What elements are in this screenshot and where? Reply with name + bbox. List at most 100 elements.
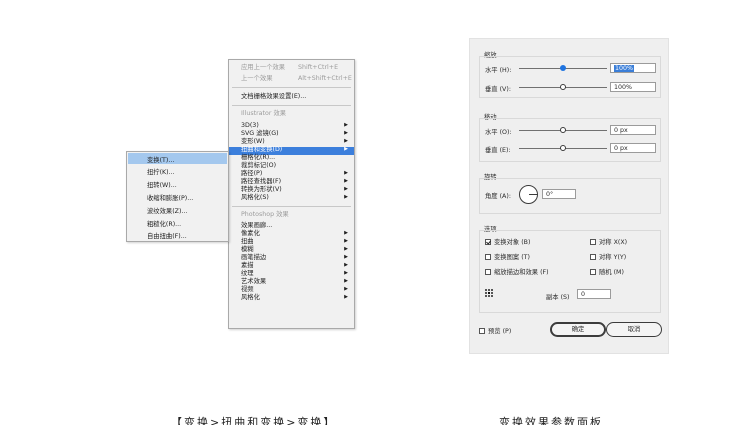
submenu-item-transform[interactable]: 变换(T)... [128,153,227,164]
submenu-arrow-icon: ▶ [344,178,348,184]
copies-label: 副本 (S) [546,294,570,301]
move-vertical-label: 垂直 (E): [485,147,511,154]
checkbox-icon [479,328,485,334]
submenu-arrow-icon: ▶ [344,122,348,128]
scale-vertical-label: 垂直 (V): [485,86,511,93]
menu-item-label: 视频 [241,286,254,293]
submenu-item-pucker-bloat[interactable]: 收缩和膨胀(P)... [128,191,227,202]
submenu-arrow-icon: ▶ [344,286,348,292]
submenu-item-zig-zag[interactable]: 波纹效果(Z)... [128,204,227,215]
move-horizontal-thumb[interactable] [560,127,566,133]
checkbox-label: 对称 X(X) [599,239,628,246]
checkbox-icon [485,269,491,275]
move-horizontal-label: 水平 (O): [485,129,512,136]
menu-item-shortcut: Shift+Ctrl+E [298,64,339,71]
menu-item-label: 上一个效果 [241,75,273,82]
checkbox-icon [590,254,596,260]
reflect-y-checkbox[interactable]: 对称 Y(Y) [590,252,626,261]
menu-item-label: 栅格化(R)... [241,154,276,161]
menu-item-apply-last-effect[interactable]: 应用上一个效果 Shift+Ctrl+E [229,64,354,73]
move-vertical-thumb[interactable] [560,145,566,151]
checkbox-icon [590,269,596,275]
menu-item-label: 素描 [241,262,254,269]
submenu-arrow-icon: ▶ [344,254,348,260]
checkbox-checked-icon [485,239,491,245]
move-vertical-field[interactable]: 0 px [610,143,656,153]
illustrator-effects-header: Illustrator 效果 [241,110,287,117]
menu-item-label: 效果画廊... [241,222,273,229]
submenu-item-roughen[interactable]: 粗糙化(R)... [128,217,227,228]
submenu-arrow-icon: ▶ [344,170,348,176]
caption-menu-path: 【变换>扭曲和变换>变换】 [171,416,337,425]
menu-item-label: 画笔描边 [241,254,267,261]
rotate-angle-field[interactable]: 0° [542,189,576,199]
scale-horizontal-label: 水平 (H): [485,67,512,74]
checkbox-icon [590,239,596,245]
checkbox-label: 变换对象 (B) [494,239,531,246]
transform-effect-dialog: 缩放 水平 (H): 100% 垂直 (V): 100% 移动 水平 (O): … [469,38,669,354]
scale-vertical-thumb[interactable] [560,84,566,90]
scale-horizontal-thumb[interactable] [560,65,566,71]
distort-transform-submenu: 变换(T)... 扭拧(K)... 扭转(W)... 收缩和膨胀(P)... 波… [126,151,229,242]
menu-item-label: 艺术效果 [241,278,267,285]
submenu-item-free-distort[interactable]: 自由扭曲(F)... [128,229,227,240]
ok-button[interactable]: 确定 [550,322,606,337]
menu-item-last-effect[interactable]: 上一个效果 Alt+Shift+Ctrl+E [229,75,354,84]
menu-item-document-raster-settings[interactable]: 文档栅格效果设置(E)... [229,93,354,102]
menu-item-stylize[interactable]: 风格化(S) ▶ [229,194,354,203]
submenu-arrow-icon: ▶ [344,238,348,244]
checkbox-label: 缩放描边和效果 (F) [494,269,549,276]
menu-item-label: 路径(P) [241,170,263,177]
menu-divider [232,206,351,207]
menu-item-label: 风格化(S) [241,194,269,201]
menu-item-label: 3D(3) [241,122,259,129]
menu-item-label: 像素化 [241,230,260,237]
menu-item-label: 文档栅格效果设置(E)... [241,93,307,100]
menu-item-label: 扭曲和变换(D) [241,146,283,153]
submenu-item-pucker[interactable]: 扭拧(K)... [128,165,227,176]
reference-point-icon[interactable] [485,289,494,298]
selected-value: 100% [614,65,635,72]
checkbox-label: 变换图案 (T) [494,254,530,261]
menu-divider [232,87,351,88]
menu-item-stylize-ps[interactable]: 风格化 ▶ [229,294,354,303]
copies-field[interactable]: 0 [577,289,611,299]
submenu-arrow-icon: ▶ [344,246,348,252]
menu-item-label: 路径查找器(F) [241,178,282,185]
effect-menu: 应用上一个效果 Shift+Ctrl+E 上一个效果 Alt+Shift+Ctr… [228,59,355,329]
submenu-arrow-icon: ▶ [344,270,348,276]
scale-strokes-checkbox[interactable]: 缩放描边和效果 (F) [485,267,549,276]
submenu-item-twist[interactable]: 扭转(W)... [128,178,227,189]
cancel-button[interactable]: 取消 [606,322,662,337]
angle-dial-icon[interactable] [519,185,538,204]
photoshop-effects-header: Photoshop 效果 [241,211,289,218]
checkbox-label: 对称 Y(Y) [599,254,627,261]
submenu-arrow-icon: ▶ [344,294,348,300]
submenu-arrow-icon: ▶ [344,146,348,152]
reflect-x-checkbox[interactable]: 对称 X(X) [590,237,627,246]
menu-item-label: 应用上一个效果 [241,64,286,71]
submenu-arrow-icon: ▶ [344,186,348,192]
random-checkbox[interactable]: 随机 (M) [590,267,624,276]
menu-item-label: 纹理 [241,270,254,277]
menu-item-label: 裁剪标记(O) [241,162,277,169]
menu-item-label: 模糊 [241,246,254,253]
submenu-arrow-icon: ▶ [344,230,348,236]
menu-item-shortcut: Alt+Shift+Ctrl+E [298,75,352,82]
menu-item-label: 转换为形状(V) [241,186,282,193]
move-horizontal-field[interactable]: 0 px [610,125,656,135]
transform-patterns-checkbox[interactable]: 变换图案 (T) [485,252,530,261]
menu-item-label: 扭曲 [241,238,254,245]
submenu-arrow-icon: ▶ [344,262,348,268]
caption-dialog: 变换效果参数面板 [499,416,603,425]
scale-vertical-field[interactable]: 100% [610,82,656,92]
menu-item-label: SVG 滤镜(G) [241,130,279,137]
preview-checkbox[interactable]: 预览 (P) [479,326,511,335]
scale-horizontal-field[interactable]: 100% [610,63,656,73]
menu-divider [232,105,351,106]
submenu-arrow-icon: ▶ [344,278,348,284]
submenu-arrow-icon: ▶ [344,130,348,136]
submenu-arrow-icon: ▶ [344,138,348,144]
transform-objects-checkbox[interactable]: 变换对象 (B) [485,237,530,246]
checkbox-label: 随机 (M) [599,269,624,276]
